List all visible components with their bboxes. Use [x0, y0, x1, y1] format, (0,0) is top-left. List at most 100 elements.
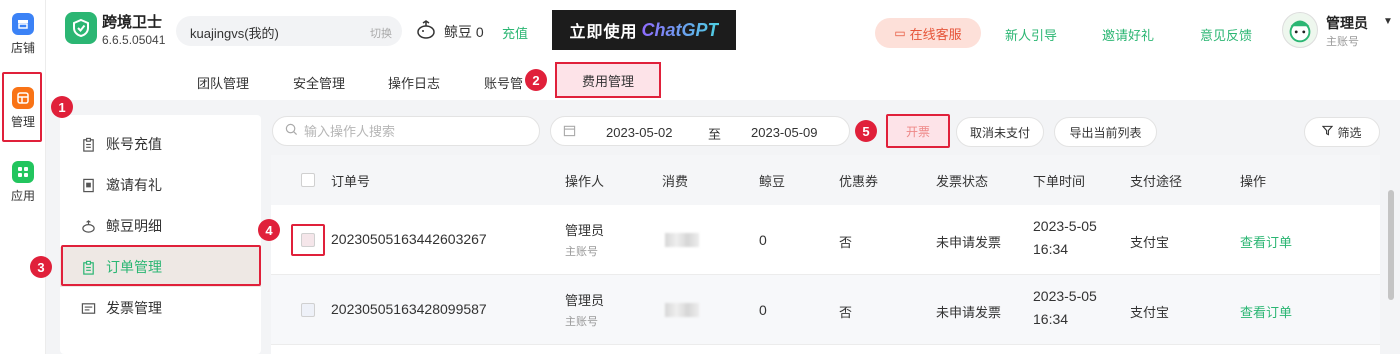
- order-number: 20230505163442603267: [331, 231, 487, 247]
- step-badge-1: 1: [51, 96, 73, 118]
- date-start[interactable]: 2023-05-02: [606, 125, 673, 140]
- step-badge-4: 4: [258, 219, 280, 241]
- col-operator: 操作人: [565, 174, 605, 189]
- order-time: 16:34: [1033, 241, 1069, 257]
- step-badge-5: 5: [855, 120, 877, 142]
- export-list-button[interactable]: 导出当前列表: [1054, 117, 1157, 147]
- tab-logs[interactable]: 操作日志: [388, 73, 440, 92]
- highlight-manage: [2, 72, 42, 142]
- filter-label: 筛选: [1337, 125, 1362, 140]
- account-switcher[interactable]: kuajingvs(我的) 切换: [176, 16, 402, 46]
- menu-label-beans: 鲸豆明细: [106, 218, 162, 234]
- operator-name: 管理员: [565, 293, 605, 308]
- rail-item-store[interactable]: 店铺: [0, 4, 46, 64]
- menu-item-invoices[interactable]: 发票管理: [60, 288, 261, 328]
- col-coupon: 优惠券: [839, 174, 879, 189]
- invoice-button-label: 开票: [905, 124, 930, 139]
- menu-label-invite: 邀请有礼: [106, 177, 162, 193]
- caret-down-icon[interactable]: ▼: [1383, 16, 1393, 27]
- app-logo-icon: [65, 12, 97, 44]
- operator-role: 主账号: [565, 246, 598, 258]
- filter-button[interactable]: 筛选: [1304, 117, 1380, 147]
- side-menu: 账号充值 邀请有礼 鲸豆明细 订单管理 发票管理: [60, 115, 261, 354]
- date-separator: 至: [708, 127, 722, 142]
- col-actions: 操作: [1240, 174, 1267, 189]
- tab-billing[interactable]: 费用管理: [555, 62, 661, 98]
- tab-team[interactable]: 团队管理: [197, 73, 249, 92]
- left-rail: 店铺 管理 应用: [0, 0, 46, 354]
- order-date: 2023-5-05: [1033, 288, 1097, 304]
- apps-icon: [12, 160, 34, 183]
- chatgpt-banner[interactable]: 立即使用 ChatGPT: [552, 10, 736, 50]
- rail-item-apps[interactable]: 应用: [0, 152, 46, 212]
- chat-icon: ▭: [894, 26, 906, 40]
- top-header: 跨境卫士 6.6.5.05041 kuajingvs(我的) 切换 鲸豆 0 充…: [46, 0, 1400, 60]
- table-row[interactable]: 20230505163428099587 管理员 主账号 0 否 未申请发票 2…: [271, 275, 1380, 345]
- search-icon: [285, 123, 298, 139]
- clipboard-icon: [80, 136, 96, 152]
- coupon-value: 否: [839, 305, 853, 320]
- row-checkbox[interactable]: [301, 303, 315, 317]
- vertical-scrollbar[interactable]: [1388, 190, 1394, 300]
- col-spend: 消费: [662, 174, 689, 189]
- col-order-time: 下单时间: [1033, 174, 1086, 189]
- payment-method: 支付宝: [1130, 305, 1170, 320]
- avatar[interactable]: [1282, 12, 1318, 48]
- rail-label-store: 店铺: [10, 40, 35, 55]
- whale-bean-icon: [415, 18, 437, 40]
- menu-item-beans[interactable]: 鲸豆明细: [60, 206, 261, 246]
- date-range-picker[interactable]: 2023-05-02 至 2023-05-09: [550, 116, 850, 146]
- orders-table: 订单号 操作人 消费 鲸豆 优惠券 发票状态 下单时间 支付途径 操作 2023…: [271, 155, 1380, 354]
- user-role: 主账号: [1326, 36, 1359, 48]
- table-header: 订单号 操作人 消费 鲸豆 优惠券 发票状态 下单时间 支付途径 操作: [271, 155, 1380, 205]
- order-number: 20230505163428099587: [331, 301, 487, 317]
- view-order-link[interactable]: 查看订单: [1240, 232, 1292, 251]
- step-badge-3: 3: [30, 256, 52, 278]
- customer-service-button[interactable]: ▭ 在线客服: [875, 18, 981, 48]
- table-row[interactable]: 20230505163442603267 管理员 主账号 0 否 未申请发票 2…: [271, 205, 1380, 275]
- date-end[interactable]: 2023-05-09: [751, 125, 818, 140]
- operator-search[interactable]: [272, 116, 540, 146]
- col-beans: 鲸豆: [759, 174, 786, 189]
- feedback-link[interactable]: 意见反馈: [1200, 25, 1252, 44]
- app-version: 6.6.5.05041: [102, 33, 166, 47]
- highlight-row-checkbox: [291, 224, 325, 256]
- cancel-unpaid-button[interactable]: 取消未支付: [956, 117, 1044, 147]
- banner-text: 立即使用: [569, 24, 638, 41]
- tab-account[interactable]: 账号管: [484, 73, 523, 92]
- spend-value-redacted: [665, 303, 699, 317]
- col-order-no: 订单号: [331, 174, 371, 189]
- beans-value: 0: [759, 302, 767, 318]
- switch-account-button[interactable]: 切换: [370, 25, 392, 41]
- rail-label-apps: 应用: [10, 188, 35, 203]
- menu-item-recharge[interactable]: 账号充值: [60, 124, 261, 164]
- menu-item-invite[interactable]: 邀请有礼: [60, 165, 261, 205]
- view-order-link[interactable]: 查看订单: [1240, 302, 1292, 321]
- invoice-button[interactable]: 开票: [886, 114, 950, 148]
- invoice-status: 未申请发票: [936, 235, 1002, 250]
- customer-service-label: 在线客服: [909, 26, 962, 42]
- spend-value-redacted: [665, 233, 699, 247]
- coupon-value: 否: [839, 235, 853, 250]
- menu-label-invoices: 发票管理: [106, 300, 162, 316]
- order-date: 2023-5-05: [1033, 218, 1097, 234]
- user-name[interactable]: 管理员: [1326, 13, 1368, 33]
- operator-name: 管理员: [565, 223, 605, 238]
- app-name: 跨境卫士: [102, 14, 163, 31]
- invoice-status: 未申请发票: [936, 305, 1002, 320]
- calendar-icon: [563, 124, 576, 140]
- menu-label-recharge: 账号充值: [106, 136, 162, 152]
- select-all-checkbox[interactable]: [301, 173, 315, 187]
- search-input[interactable]: [304, 123, 524, 139]
- bean-balance: 鲸豆 0: [444, 24, 484, 40]
- recharge-link[interactable]: 充值: [502, 23, 528, 42]
- col-invoice-status: 发票状态: [936, 174, 989, 189]
- whale-icon: [80, 218, 96, 234]
- banner-brand: ChatGPT: [641, 19, 719, 40]
- highlight-orders: [61, 245, 261, 286]
- invite-link[interactable]: 邀请好礼: [1102, 25, 1154, 44]
- filter-icon: [1322, 125, 1334, 139]
- tab-security[interactable]: 安全管理: [293, 73, 345, 92]
- guide-link[interactable]: 新人引导: [1005, 25, 1057, 44]
- col-payment: 支付途径: [1130, 174, 1183, 189]
